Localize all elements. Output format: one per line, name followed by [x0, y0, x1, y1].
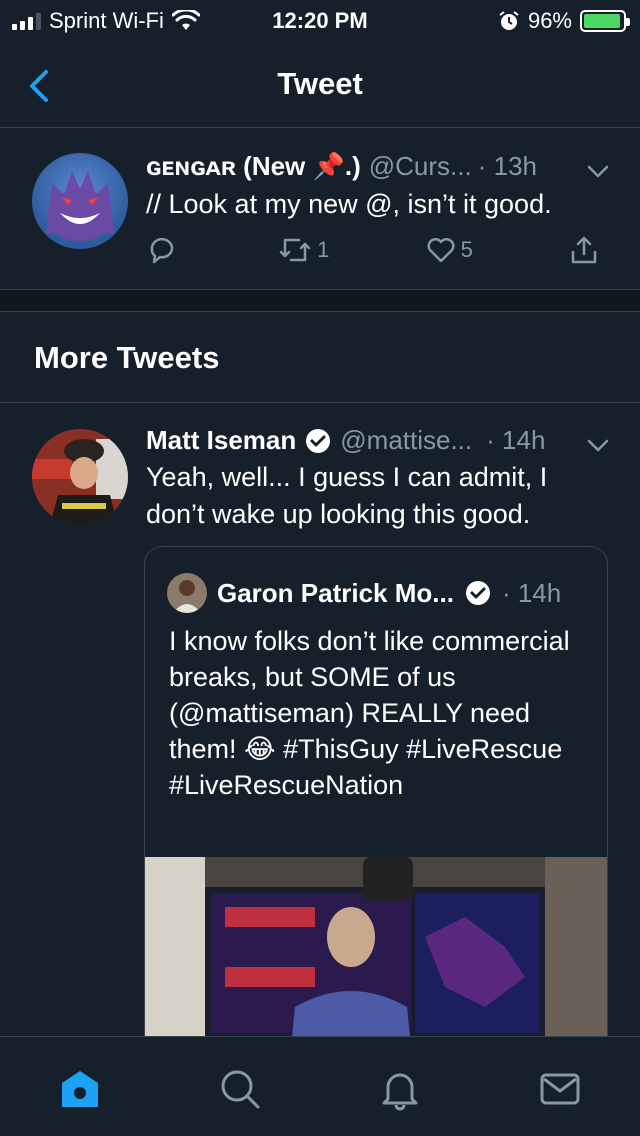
- notifications-icon[interactable]: [378, 1067, 422, 1111]
- like-button[interactable]: 5: [425, 234, 473, 266]
- quoted-tweet-card[interactable]: Garon Patrick Mo... · 14h I know folks d…: [144, 546, 608, 1106]
- gengar-avatar-image: [46, 171, 114, 241]
- home-icon[interactable]: [58, 1067, 102, 1111]
- heart-icon: [427, 237, 455, 263]
- share-icon: [571, 236, 597, 264]
- retweet-button[interactable]: 1: [277, 234, 329, 266]
- more-tweets-title: More Tweets: [34, 340, 220, 375]
- retweet-icon: [279, 238, 311, 262]
- tweet-text: // Look at my new @, isn’t it good.: [146, 189, 552, 219]
- battery-percent: 96%: [527, 8, 572, 33]
- chevron-down-icon[interactable]: [586, 433, 610, 457]
- quote-avatar-image: [167, 573, 207, 613]
- nav-bar: Tweet: [0, 48, 640, 128]
- messages-icon[interactable]: [538, 1067, 582, 1111]
- user-handle[interactable]: @Curs...: [369, 151, 472, 182]
- search-icon[interactable]: [218, 1067, 262, 1111]
- user-name[interactable]: ɢᴇɴɢᴀʀ (New 📌.): [146, 151, 361, 182]
- tweet-header: ɢᴇɴɢᴀʀ (New 📌.) @Curs... · 13h: [146, 151, 610, 182]
- status-right: 96%: [498, 8, 630, 34]
- alarm-icon: [499, 11, 519, 30]
- quote-text: I know folks don’t like commercial break…: [169, 626, 570, 800]
- retweet-count: 1: [317, 237, 330, 262]
- battery-icon: [580, 10, 630, 32]
- quote-header: Garon Patrick Mo... · 14h: [167, 573, 561, 613]
- page-title: Tweet: [277, 66, 363, 101]
- quote-time: · 14h: [501, 577, 562, 608]
- tab-bar: [0, 1036, 640, 1136]
- verified-badge-icon: [306, 428, 331, 453]
- avatar[interactable]: [32, 429, 128, 525]
- battery-fill: [584, 14, 621, 28]
- tweet-time: · 13h: [477, 151, 537, 181]
- status-bar: Sprint Wi-Fi 12:20 PM 96%: [0, 0, 640, 40]
- tweet-time: · 14h: [486, 425, 546, 455]
- chevron-down-icon[interactable]: [586, 159, 610, 183]
- verified-badge-icon: [465, 581, 490, 605]
- quote-user-name[interactable]: Garon Patrick Mo...: [217, 578, 454, 609]
- section-gap: [0, 290, 640, 312]
- reply-icon: [150, 237, 174, 264]
- quote-avatar[interactable]: [167, 573, 207, 613]
- tweet-actions: 1 5: [146, 234, 600, 266]
- firefighter-avatar-image: [32, 429, 128, 525]
- tweet-header: Matt Iseman @mattise... · 14h: [146, 425, 610, 456]
- tweet-text: Yeah, well... I guess I can admit, I don…: [146, 462, 548, 529]
- user-name[interactable]: Matt Iseman: [146, 425, 296, 456]
- like-count: 5: [460, 237, 473, 262]
- avatar[interactable]: [32, 153, 128, 249]
- tweet[interactable]: ɢᴇɴɢᴀʀ (New 📌.) @Curs... · 13h // Look a…: [0, 129, 640, 290]
- reply-button[interactable]: [146, 234, 182, 266]
- share-button[interactable]: [568, 234, 600, 266]
- user-handle[interactable]: @mattise...: [340, 425, 472, 456]
